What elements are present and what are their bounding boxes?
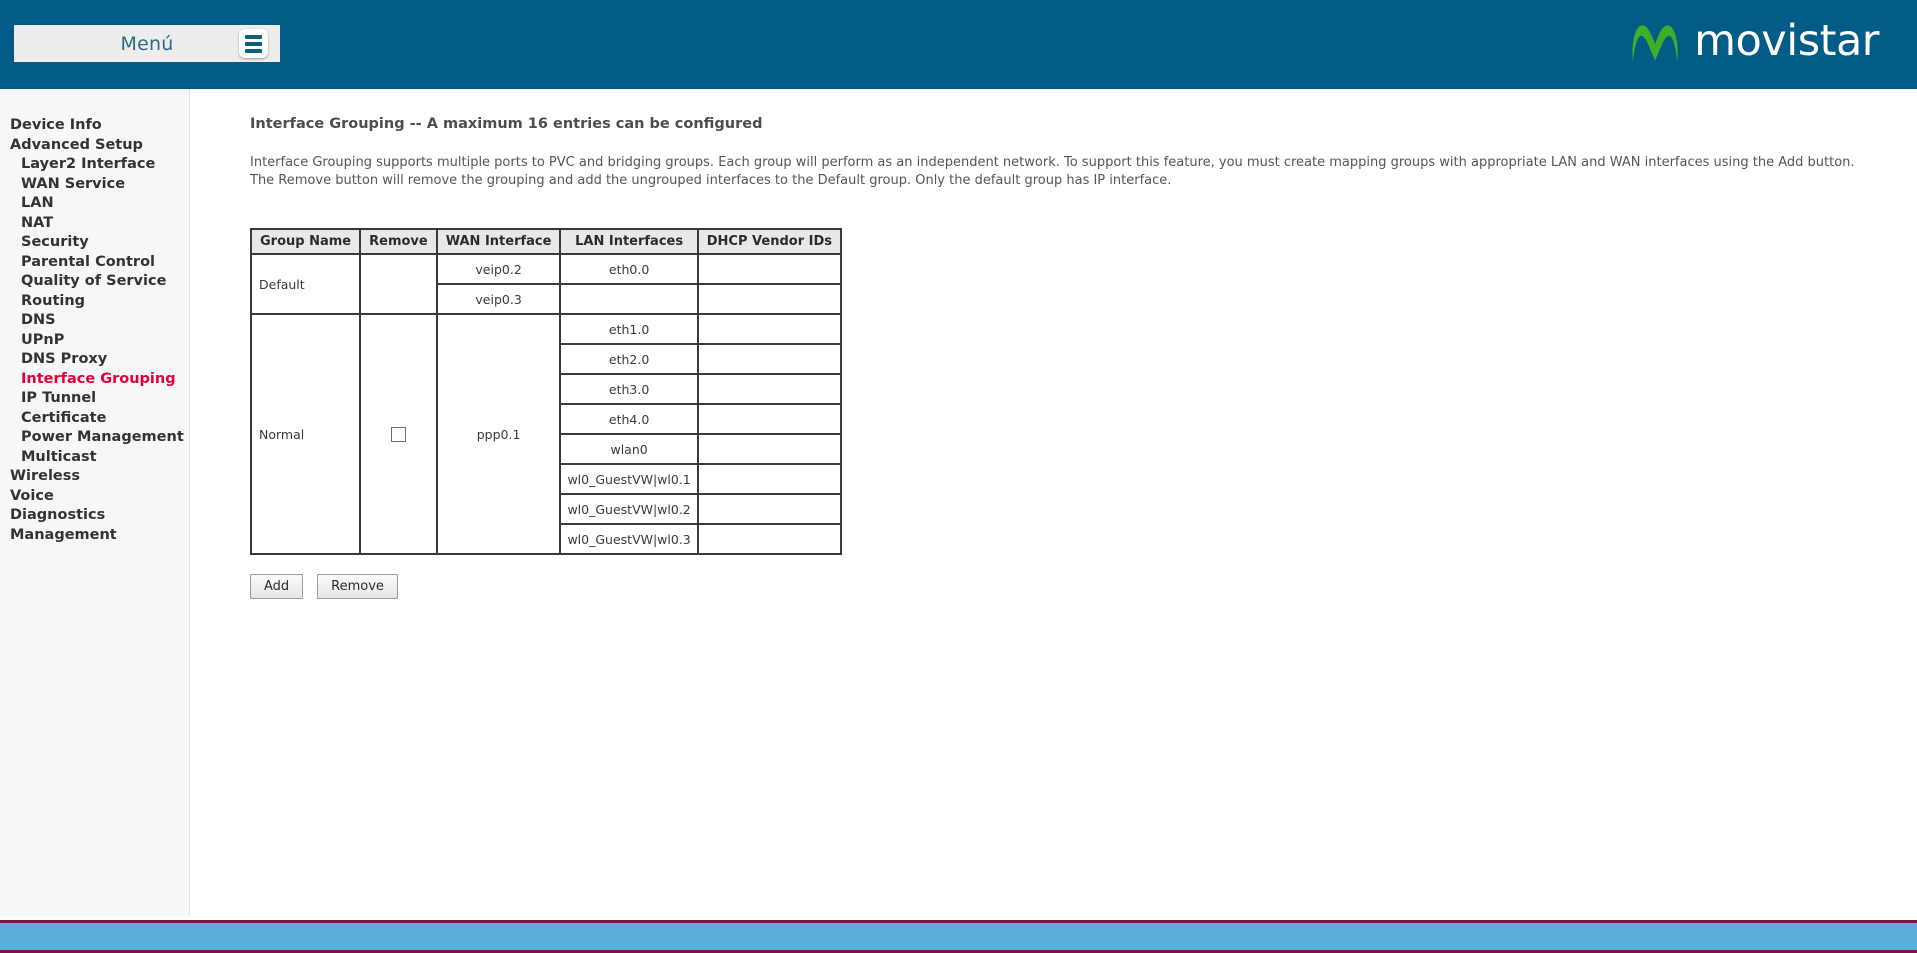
lan-interface-cell: wl0_GuestVW|wl0.2 [559,493,699,525]
brand-name: movistar [1694,16,1879,66]
movistar-logo: movistar [1628,16,1879,72]
dhcp-vendor-id-cell [696,373,843,405]
lan-interface-cell: eth0.0 [559,253,699,285]
main-content: Interface Grouping -- A maximum 16 entri… [190,89,1917,916]
sidebar-item-quality-of-service[interactable]: Quality of Service [0,272,189,292]
dhcp-vendor-id-cell [696,523,843,555]
movistar-m-logo [1632,25,1678,63]
wan-interface-cell: veip0.3 [435,283,562,315]
wan-interface-cell: veip0.2 [435,253,562,285]
lan-interface-cell [559,283,699,315]
form-button-row: Add Remove [250,574,1917,599]
lan-interface-cell: wlan0 [559,433,699,465]
remove-checkbox[interactable] [390,427,406,442]
sidebar-item-multicast[interactable]: Multicast [0,448,189,468]
sidebar-item-nat[interactable]: NAT [0,214,189,234]
group-name-cell: Default [249,253,362,315]
column-header-lan-interfaces: LAN Interfaces [559,228,699,255]
column-header-wan-interface: WAN Interface [435,228,562,255]
column-header-dhcp-vendor-ids: DHCP Vendor IDs [696,228,843,255]
sidebar-item-power-management[interactable]: Power Management [0,428,189,448]
sidebar-item-voice[interactable]: Voice [0,487,189,507]
dhcp-vendor-id-cell [696,283,843,315]
sidebar-item-layer2-interface[interactable]: Layer2 Interface [0,155,189,175]
column-header-group-name: Group Name [249,228,362,255]
page-header: Menú movistar [0,0,1917,89]
sidebar-item-wireless[interactable]: Wireless [0,467,189,487]
footer-bar [0,920,1917,953]
page-title: Interface Grouping -- A maximum 16 entri… [250,116,763,132]
menu-button-label: Menú [120,32,174,55]
sidebar-item-routing[interactable]: Routing [0,292,189,312]
lan-interface-cell: eth3.0 [559,373,699,405]
lan-interface-cell: wl0_GuestVW|wl0.1 [559,463,699,495]
lan-interface-cell: eth2.0 [559,343,699,375]
sidebar-item-parental-control[interactable]: Parental Control [0,253,189,273]
lan-interface-cell: wl0_GuestVW|wl0.3 [559,523,699,555]
sidebar-item-device-info[interactable]: Device Info [0,116,189,136]
dhcp-vendor-id-cell [696,433,843,465]
sidebar-item-ip-tunnel[interactable]: IP Tunnel [0,389,189,409]
lan-interface-cell: eth4.0 [559,403,699,435]
lan-interface-cell: eth1.0 [559,313,699,345]
dhcp-vendor-id-cell [696,313,843,345]
remove-cell [359,313,438,555]
sidebar-item-wan-service[interactable]: WAN Service [0,175,189,195]
add-button[interactable]: Add [250,574,304,599]
menu-button[interactable]: Menú [14,25,280,62]
sidebar-nav: Device Info Advanced Setup Layer2 Interfac… [0,89,190,916]
group-name-cell: Normal [249,313,362,555]
sidebar-item-upnp[interactable]: UPnP [0,331,189,351]
dhcp-vendor-id-cell [696,343,843,375]
remove-cell [359,253,438,315]
sidebar-item-diagnostics[interactable]: Diagnostics [0,506,189,526]
page-description: Interface Grouping supports multiple por… [250,155,1855,188]
sidebar-item-dns[interactable]: DNS [0,311,189,331]
table-row: Default veip0.2 eth0.0 [249,253,843,315]
dhcp-vendor-id-cell [696,403,843,435]
wan-interface-cell: ppp0.1 [435,313,562,555]
table-row: Normal ppp0.1 eth1.0 [249,313,843,555]
sidebar-item-interface-grouping[interactable]: Interface Grouping [0,370,189,390]
table-header-row: Group Name Remove WAN Interface LAN Interfa… [249,228,843,255]
sidebar-item-advanced-setup[interactable]: Advanced Setup [0,136,189,156]
sidebar-item-management[interactable]: Management [0,526,189,546]
dhcp-vendor-id-cell [696,493,843,525]
sidebar-item-lan[interactable]: LAN [0,194,189,214]
remove-button[interactable]: Remove [317,574,398,599]
interface-grouping-table: Group Name Remove WAN Interface LAN Interfa… [249,228,843,555]
sidebar-item-dns-proxy[interactable]: DNS Proxy [0,350,189,370]
dhcp-vendor-id-cell [696,463,843,495]
sidebar-item-security[interactable]: Security [0,233,189,253]
dhcp-vendor-id-cell [696,253,843,285]
sidebar-item-certificate[interactable]: Certificate [0,409,189,429]
hamburger-icon[interactable] [239,29,268,58]
column-header-remove: Remove [359,228,438,255]
